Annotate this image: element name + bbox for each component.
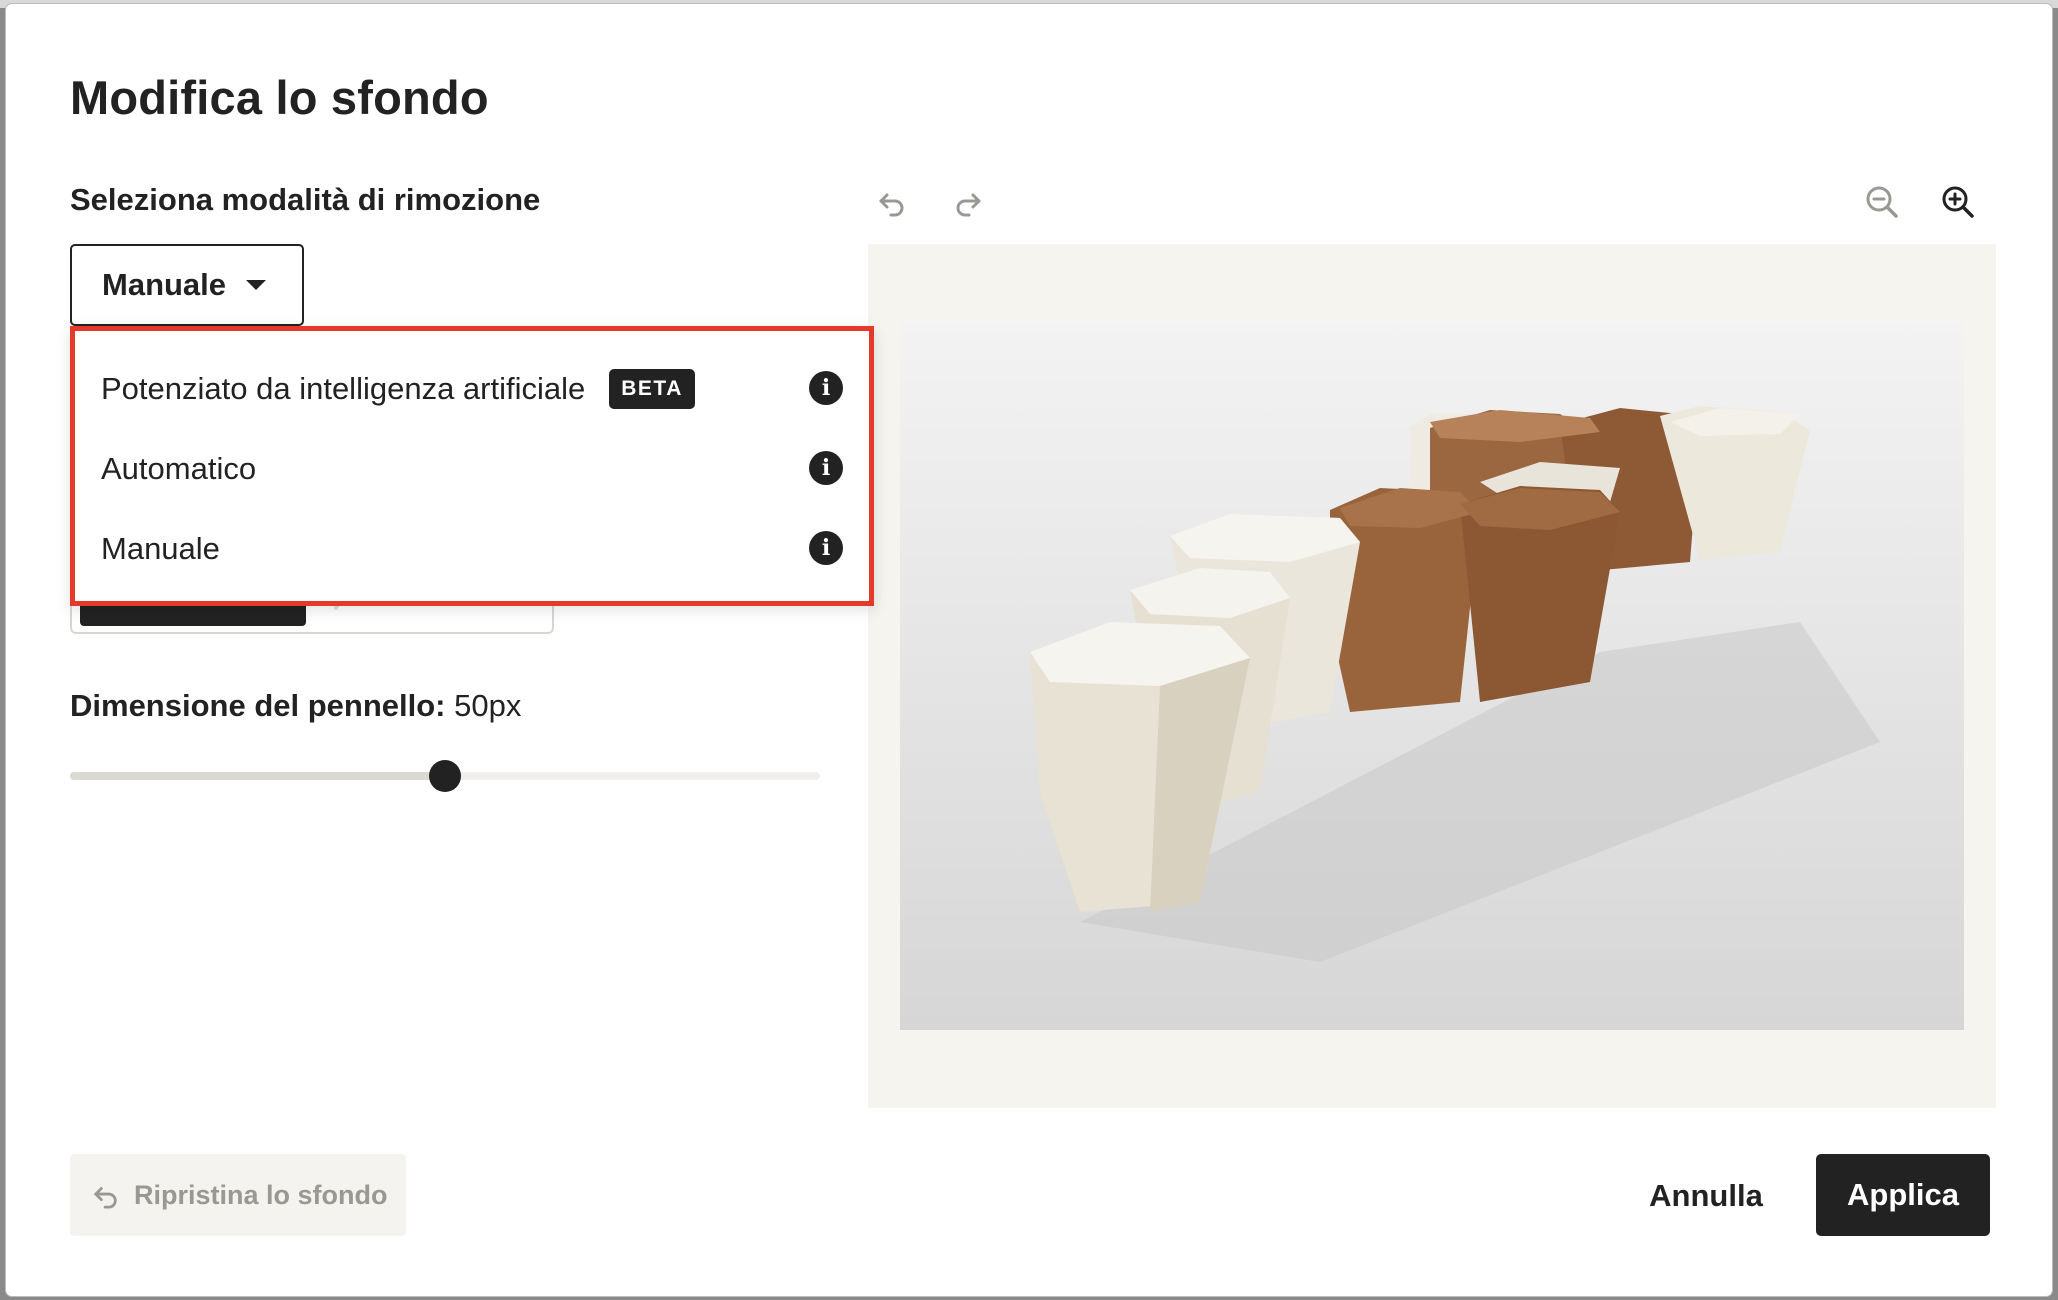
slider-thumb[interactable]	[429, 760, 461, 792]
zoom-in-icon	[1942, 186, 1974, 218]
info-icon[interactable]: i	[809, 371, 843, 405]
cancel-button[interactable]: Annulla	[1626, 1156, 1786, 1236]
zoom-out-button[interactable]	[1858, 178, 1906, 226]
product-photo	[900, 322, 1964, 1030]
slider-fill	[70, 772, 445, 780]
undo-button[interactable]	[868, 178, 916, 226]
removal-mode-selected-value: Manuale	[102, 267, 227, 302]
redo-button[interactable]	[944, 178, 992, 226]
info-icon[interactable]: i	[809, 451, 843, 485]
info-icon[interactable]: i	[809, 531, 843, 565]
hexagonal-stools-image	[900, 322, 1964, 1030]
removal-mode-dropdown: Potenziato da intelligenza artificiale B…	[70, 326, 874, 606]
option-automatic[interactable]: Automatico i	[75, 429, 869, 509]
chevron-down-icon	[246, 280, 267, 290]
removal-mode-select[interactable]: Manuale	[70, 244, 304, 326]
removal-mode-label: Seleziona modalità di rimozione	[70, 182, 541, 217]
edit-background-modal: Modifica lo sfondo Seleziona modalità di…	[6, 4, 2052, 1296]
option-label: Automatico	[101, 451, 257, 486]
brush-size-label: Dimensione del pennello: 50px	[70, 688, 521, 724]
option-ai-powered[interactable]: Potenziato da intelligenza artificiale B…	[75, 349, 869, 429]
zoom-out-icon	[1866, 186, 1898, 218]
brush-size-slider[interactable]	[70, 760, 820, 792]
brush-size-value: 50px	[454, 688, 522, 723]
modal-title: Modifica lo sfondo	[70, 71, 489, 124]
brush-size-title: Dimensione del pennello:	[70, 688, 446, 723]
redo-icon	[956, 193, 981, 217]
undo-icon	[879, 193, 904, 217]
image-canvas[interactable]	[868, 244, 1996, 1108]
undo-icon	[94, 1187, 117, 1209]
option-label: Manuale	[101, 531, 220, 566]
option-label: Potenziato da intelligenza artificiale	[101, 371, 586, 406]
option-manual[interactable]: Manuale i	[75, 509, 869, 589]
beta-badge: BETA	[609, 369, 695, 409]
reset-background-label: Ripristina lo sfondo	[134, 1179, 388, 1210]
reset-background-button[interactable]: Ripristina lo sfondo	[70, 1154, 406, 1236]
zoom-in-button[interactable]	[1934, 178, 1982, 226]
apply-button[interactable]: Applica	[1816, 1154, 1990, 1236]
